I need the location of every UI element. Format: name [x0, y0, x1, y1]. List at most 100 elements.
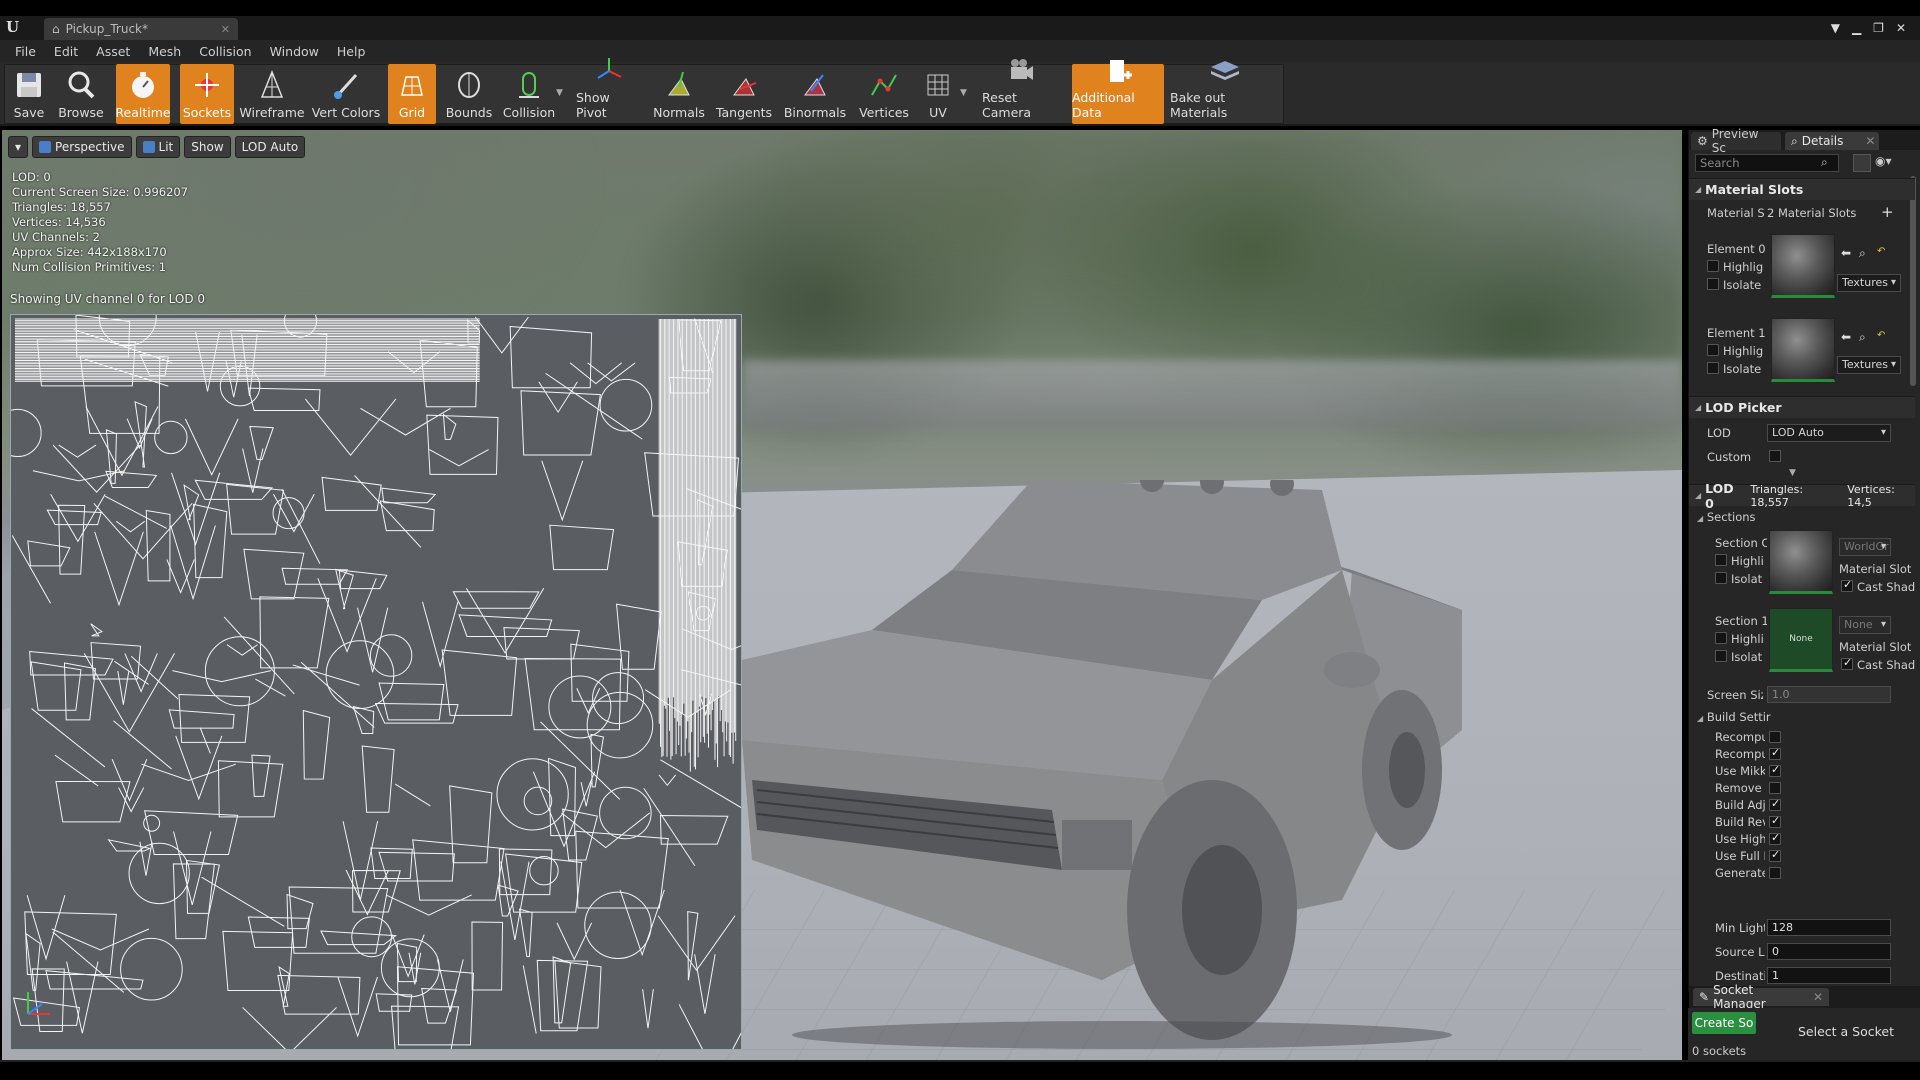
section-0-isolate-checkbox[interactable] [1715, 572, 1727, 584]
browse-search-icon[interactable]: ⌕ [1859, 330, 1866, 345]
perspective-button[interactable]: Perspective [32, 136, 132, 158]
browse-button[interactable]: Browse [54, 64, 108, 124]
vertices-button[interactable]: Vertices [856, 64, 912, 124]
lod-button[interactable]: LOD Auto [234, 136, 306, 158]
sockets-button[interactable]: Sockets [180, 64, 234, 124]
build-setting-checkbox[interactable] [1769, 763, 1781, 777]
element-1-material-thumbnail[interactable] [1771, 318, 1835, 382]
wireframe-button[interactable]: Wireframe [239, 64, 305, 124]
perspective-icon [39, 141, 52, 153]
close-tab-icon[interactable]: ✕ [1813, 990, 1823, 1004]
menu-edit[interactable]: Edit [45, 44, 87, 59]
section-0-cast-shadow-checkbox[interactable] [1841, 578, 1853, 592]
collision-dropdown-icon[interactable]: ▼ [556, 88, 563, 98]
lod-picker-header[interactable]: ◢ LOD Picker [1689, 396, 1915, 418]
build-setting-checkbox[interactable] [1769, 814, 1781, 828]
tangents-button[interactable]: Tangents [714, 64, 774, 124]
build-setting-checkbox[interactable] [1769, 867, 1781, 879]
build-setting-checkbox[interactable] [1769, 731, 1781, 743]
section-0-highlight-checkbox[interactable] [1715, 554, 1727, 566]
build-setting-checkbox[interactable] [1769, 746, 1781, 760]
lit-button[interactable]: Lit [135, 136, 181, 158]
lod0-header[interactable]: ◢ LOD 0 Triangles: 18,557 Vertices: 14,5 [1689, 481, 1915, 511]
expand-arrow-icon[interactable]: ▼ [1789, 468, 1796, 478]
element-0-material-thumbnail[interactable] [1771, 234, 1835, 298]
element-1-highlight-checkbox[interactable] [1707, 344, 1719, 356]
section-0-isolate-label: Isolat [1731, 572, 1763, 586]
minimize-icon[interactable]: ▁ [1852, 21, 1861, 35]
maximize-icon[interactable]: ❐ [1873, 21, 1884, 35]
menu-mesh[interactable]: Mesh [139, 44, 190, 59]
element-0-highlight-checkbox[interactable] [1707, 260, 1719, 272]
grid-button[interactable]: Grid [388, 64, 436, 124]
source-lightmap-field[interactable]: 0 [1767, 943, 1891, 960]
show-pivot-button[interactable]: Show Pivot [576, 58, 642, 124]
tab-preview-scene[interactable]: ⚙ Preview Sc [1691, 127, 1781, 155]
notification-icon[interactable]: ▼ [1831, 21, 1840, 35]
menu-file[interactable]: File [6, 44, 45, 59]
build-setting-checkbox[interactable] [1769, 848, 1781, 862]
menu-asset[interactable]: Asset [87, 44, 139, 59]
element-0-isolate-checkbox[interactable] [1707, 278, 1719, 290]
destination-lightmap-field[interactable]: 1 [1767, 967, 1891, 984]
section-1-material-dropdown[interactable]: None [1839, 616, 1891, 634]
lod-dropdown[interactable]: LOD Auto [1767, 424, 1891, 442]
tab-details[interactable]: ⌕ Details ✕ [1785, 132, 1879, 150]
realtime-button[interactable]: Realtime [115, 64, 171, 124]
document-tab[interactable]: ⌂ Pickup_Truck* ✕ [44, 18, 238, 40]
section-0-material-dropdown[interactable]: WorldGr [1839, 538, 1891, 556]
binormals-button[interactable]: Binormals [780, 64, 850, 124]
additional-data-button[interactable]: Additional Data [1072, 60, 1164, 124]
sections-header[interactable]: ◢ Sections [1697, 510, 1756, 524]
build-setting-checkbox[interactable] [1769, 831, 1781, 845]
screen-size-field[interactable]: 1.0 [1767, 686, 1891, 703]
section-1-cast-shadow-checkbox[interactable] [1841, 656, 1853, 670]
menu-help[interactable]: Help [328, 44, 375, 59]
tab-socket-manager[interactable]: ✎ Socket Manager ✕ [1693, 983, 1829, 1011]
browse-search-icon[interactable]: ⌕ [1859, 246, 1866, 261]
material-slots-header[interactable]: ◢ Material Slots [1689, 178, 1915, 200]
details-search-input[interactable]: Search [1695, 154, 1839, 172]
reset-icon[interactable]: ↶ [1877, 330, 1885, 341]
create-socket-button[interactable]: Create So [1692, 1012, 1756, 1034]
section-1-isolate-checkbox[interactable] [1715, 650, 1727, 662]
use-selected-arrow-icon[interactable]: ⬅ [1841, 246, 1851, 260]
collision-button[interactable]: Collision [502, 64, 556, 124]
build-setting-checkbox[interactable] [1769, 782, 1781, 794]
menu-window[interactable]: Window [261, 44, 328, 59]
pivot-icon [593, 55, 625, 87]
show-button[interactable]: Show [184, 136, 231, 158]
normals-button[interactable]: Normals [652, 64, 706, 124]
window-controls: ▼ ▁ ❐ ✕ [1831, 16, 1906, 40]
min-lightmap-field[interactable]: 128 [1767, 919, 1891, 936]
build-setting-checkbox[interactable] [1769, 797, 1781, 811]
close-window-icon[interactable]: ✕ [1896, 21, 1906, 35]
reset-camera-button[interactable]: Reset Camera [982, 59, 1060, 124]
viewport[interactable]: ▾ Perspective Lit Show LOD Auto LOD: 0 C… [2, 130, 1682, 1062]
uv-dropdown-icon[interactable]: ▼ [960, 88, 967, 98]
vert-colors-button[interactable]: Vert Colors [310, 64, 382, 124]
viewport-options-button[interactable]: ▾ [8, 136, 29, 158]
bounds-button[interactable]: Bounds [444, 64, 494, 124]
eye-icon[interactable]: ◉▾ [1875, 154, 1905, 172]
element-1-isolate-checkbox[interactable] [1707, 362, 1719, 374]
reset-icon[interactable]: ↶ [1877, 246, 1885, 257]
close-tab-icon[interactable]: ✕ [221, 23, 230, 36]
element-1-textures-dropdown[interactable]: Textures [1837, 356, 1901, 374]
use-selected-arrow-icon[interactable]: ⬅ [1841, 330, 1851, 344]
view-options-button[interactable] [1853, 154, 1871, 172]
bake-out-materials-button[interactable]: Bake out Materials [1170, 61, 1280, 124]
menu-collision[interactable]: Collision [190, 44, 260, 59]
custom-checkbox[interactable] [1769, 450, 1781, 462]
add-slot-icon[interactable]: + [1881, 203, 1894, 221]
build-settings-header[interactable]: ◢ Build Settir [1697, 710, 1771, 724]
uv-button[interactable]: UV [918, 64, 958, 124]
build-setting-label: Use Mikk [1715, 764, 1765, 778]
close-tab-icon[interactable]: ✕ [1865, 134, 1875, 148]
section-1-highlight-checkbox[interactable] [1715, 632, 1727, 644]
section-1-material-thumbnail[interactable]: None [1769, 608, 1833, 672]
element-0-textures-dropdown[interactable]: Textures [1837, 274, 1901, 292]
section-0-material-thumbnail[interactable] [1769, 530, 1833, 594]
scrollbar[interactable] [1910, 176, 1916, 386]
save-button[interactable]: Save [8, 64, 50, 124]
